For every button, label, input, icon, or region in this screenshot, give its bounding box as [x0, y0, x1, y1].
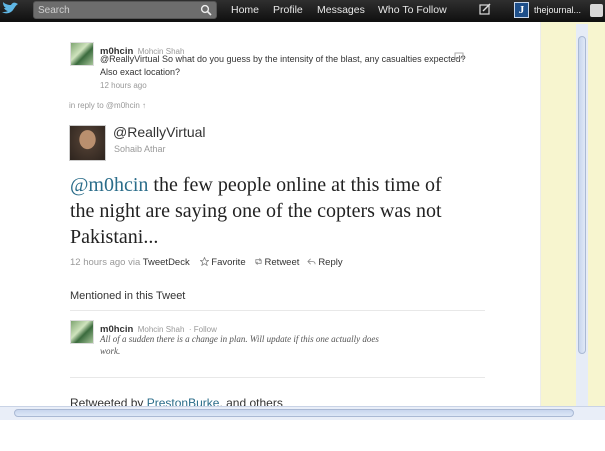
nav-who-to-follow[interactable]: Who To Follow	[378, 4, 447, 16]
vertical-scrollbar[interactable]	[576, 24, 588, 406]
tweet-actions: 12 hours ago via TweetDeck Favorite Retw…	[70, 257, 343, 268]
divider	[70, 310, 485, 311]
retweeted-suffix: , and others	[219, 396, 283, 406]
retweet-icon[interactable]	[254, 257, 263, 266]
window-bottom	[0, 420, 605, 451]
star-icon[interactable]	[200, 257, 210, 266]
account-menu-icon[interactable]	[590, 4, 603, 17]
reply-icon[interactable]	[307, 257, 316, 266]
search-icon[interactable]	[200, 4, 212, 16]
divider	[70, 377, 485, 378]
retweet-button[interactable]: Retweet	[265, 257, 300, 268]
avatar[interactable]	[70, 42, 94, 66]
nav-home[interactable]: Home	[231, 4, 259, 16]
tweet-username[interactable]: @ReallyVirtual	[113, 124, 206, 140]
scrollbar-thumb[interactable]	[14, 409, 574, 417]
in-reply-to-link[interactable]: in reply to @m0hcin ↑	[69, 101, 146, 110]
page: Home Profile Messages Who To Follow J th…	[0, 0, 605, 451]
retweeter-link[interactable]: PrestonBurke	[147, 396, 220, 406]
compose-icon[interactable]	[479, 3, 491, 15]
tweet-time[interactable]: 12 hours ago via	[70, 257, 140, 268]
client-link[interactable]: TweetDeck	[143, 257, 190, 268]
mentioned-user[interactable]: m0hcin Mohcin Shah · Follow All of a sud…	[0, 318, 540, 378]
twitter-bird-icon[interactable]	[0, 0, 22, 20]
scrollbar-thumb[interactable]	[578, 36, 586, 354]
account-name[interactable]: thejournal...	[534, 5, 581, 15]
mention-link[interactable]: @m0hcin	[70, 174, 148, 196]
search-box[interactable]	[33, 1, 217, 19]
tweet-detail: m0hcin Mohcin Shah @ReallyVirtual So wha…	[0, 22, 540, 406]
avatar[interactable]	[70, 320, 94, 344]
tweet-time[interactable]: 12 hours ago	[100, 81, 147, 90]
tweet-text: @ReallyVirtual So what do you guess by t…	[100, 54, 466, 77]
avatar[interactable]	[69, 125, 106, 161]
nav-messages[interactable]: Messages	[317, 4, 365, 16]
mentioned-heading: Mentioned in this Tweet	[70, 290, 186, 302]
favorite-button[interactable]: Favorite	[211, 257, 245, 268]
search-input[interactable]	[38, 3, 188, 18]
nav-profile[interactable]: Profile	[273, 4, 303, 16]
tweet-text: @m0hcin the few people online at this ti…	[70, 172, 470, 250]
sidebar	[540, 22, 605, 406]
user-bio: All of a sudden there is a change in pla…	[100, 334, 379, 356]
account-avatar[interactable]: J	[514, 2, 529, 18]
retweeted-by: Retweeted by PrestonBurke, and others	[70, 396, 283, 406]
tweet-fullname: Sohaib Athar	[114, 144, 166, 154]
horizontal-scrollbar[interactable]	[0, 406, 605, 420]
reply-tweet[interactable]: m0hcin Mohcin Shah @ReallyVirtual So wha…	[0, 34, 540, 106]
top-bar: Home Profile Messages Who To Follow J th…	[0, 0, 605, 22]
reply-icon[interactable]	[454, 52, 464, 62]
reply-button[interactable]: Reply	[318, 257, 342, 268]
retweeted-prefix: Retweeted by	[70, 396, 144, 406]
